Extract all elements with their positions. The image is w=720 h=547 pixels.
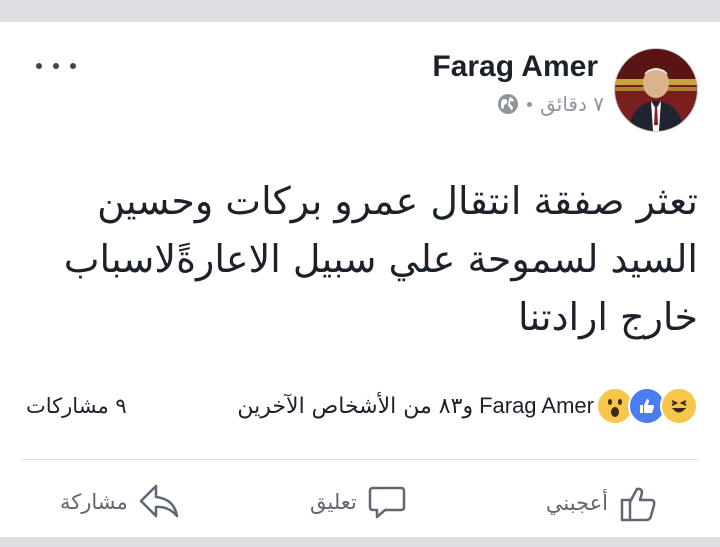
post-text: تعثر صفقة انتقال عمرو بركات وحسين السيد … <box>22 172 698 346</box>
haha-icon <box>660 387 698 425</box>
meta-separator <box>527 101 533 107</box>
thumbs-up-icon <box>620 487 656 522</box>
more-dot <box>36 63 42 69</box>
reaction-icons <box>596 387 698 425</box>
more-dot <box>70 63 76 69</box>
reacted-by-text: Farag Amer و٨٣ من الأشخاص الآخرين <box>237 393 594 419</box>
share-label: مشاركة <box>60 490 128 514</box>
comment-button[interactable]: تعليق <box>310 482 407 522</box>
post-card: Farag Amer ٧ دقائق تعثر صفقة انتقال عمرو… <box>0 22 720 537</box>
post-meta: ٧ دقائق <box>497 92 604 116</box>
like-label: أعجبني <box>545 491 608 515</box>
post-text-line: السيد لسموحة علي سبيل الاعارةًلاسباب <box>63 237 698 281</box>
divider <box>22 459 698 460</box>
more-dot <box>53 63 59 69</box>
share-arrow-icon <box>139 484 179 518</box>
share-button[interactable]: مشاركة <box>60 482 180 522</box>
profile-photo <box>615 49 697 131</box>
post-time[interactable]: ٧ دقائق <box>540 92 604 116</box>
globe-icon <box>498 94 519 114</box>
avatar[interactable] <box>614 48 698 132</box>
reacted-by-others: و٨٣ من الأشخاص الآخرين <box>237 394 474 419</box>
reacted-by-name: Farag Amer <box>479 393 594 418</box>
reactions-summary[interactable]: Farag Amer و٨٣ من الأشخاص الآخرين <box>237 387 698 425</box>
like-button[interactable]: أعجبني <box>546 482 660 524</box>
comment-icon <box>368 486 406 519</box>
more-options-button[interactable] <box>36 56 76 76</box>
shares-count[interactable]: ٩ مشاركات <box>26 394 127 418</box>
post-text-line: خارج ارادتنا <box>517 295 698 339</box>
comment-label: تعليق <box>310 490 357 514</box>
author-name[interactable]: Farag Amer <box>432 50 598 84</box>
action-bar: أعجبني تعليق مشاركة <box>0 482 720 542</box>
post-text-line: تعثر صفقة انتقال عمرو بركات وحسين <box>97 179 698 223</box>
